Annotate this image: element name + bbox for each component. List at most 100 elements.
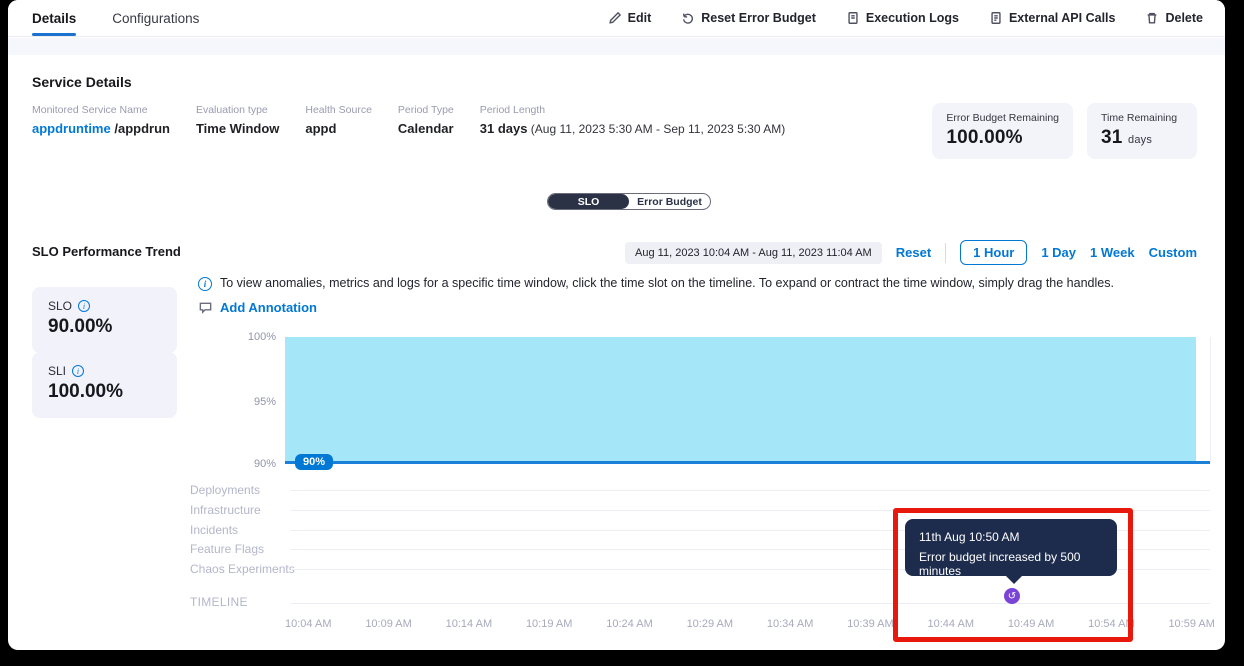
time-remaining-card: Time Remaining 31 days	[1087, 103, 1197, 159]
edit-button-label: Edit	[628, 11, 652, 25]
timeline-info-banner: i To view anomalies, metrics and logs fo…	[198, 276, 1208, 291]
field-label: Monitored Service Name	[32, 104, 170, 116]
toggle-error-budget[interactable]: Error Budget	[629, 194, 710, 209]
tab-details[interactable]: Details	[32, 0, 76, 36]
x-tick: 10:44 AM	[928, 618, 974, 630]
timeline-info-text: To view anomalies, metrics and logs for …	[220, 276, 1114, 290]
trend-controls: Aug 11, 2023 10:04 AM - Aug 11, 2023 11:…	[625, 240, 1197, 265]
range-custom-button[interactable]: Custom	[1149, 245, 1197, 260]
annotation-tooltip: 11th Aug 10:50 AM Error budget increased…	[905, 519, 1117, 576]
x-tick: 10:54 AM	[1088, 618, 1134, 630]
field-monitored-service-name: Monitored Service Name appdruntime /appd…	[32, 104, 170, 136]
x-tick: 10:59 AM	[1168, 618, 1214, 630]
timeline-line[interactable]	[291, 603, 1210, 604]
field-label: Health Source	[305, 104, 372, 116]
stat-card-value: 100.00%	[946, 127, 1059, 149]
reset-button[interactable]: Reset	[896, 245, 931, 260]
service-details-title: Service Details	[32, 74, 132, 90]
stat-card-unit: days	[1128, 134, 1152, 146]
field-value: Time Window	[196, 121, 279, 136]
track-label-incidents: Incidents	[190, 523, 238, 537]
slo-error-budget-toggle: SLO Error Budget	[547, 193, 711, 210]
x-tick: 10:34 AM	[767, 618, 813, 630]
x-tick: 10:19 AM	[526, 618, 572, 630]
external-api-calls-button[interactable]: External API Calls	[989, 11, 1116, 25]
field-period-length: Period Length 31 days (Aug 11, 2023 5:30…	[480, 104, 785, 136]
field-health-source: Health Source appd	[305, 104, 372, 136]
track-label-deployments: Deployments	[190, 483, 260, 497]
range-1-day-button[interactable]: 1 Day	[1041, 245, 1076, 260]
sli-label: SLI	[48, 364, 66, 378]
date-range-chip: Aug 11, 2023 10:04 AM - Aug 11, 2023 11:…	[625, 242, 882, 264]
x-tick: 10:29 AM	[687, 618, 733, 630]
track-line	[291, 490, 1210, 491]
header-spacer-band	[8, 38, 1225, 55]
x-tick: 10:39 AM	[847, 618, 893, 630]
field-period-type: Period Type Calendar	[398, 104, 454, 136]
field-value: /appdrun	[111, 121, 170, 136]
sli-value: 100.00%	[48, 381, 161, 403]
trash-icon	[1145, 11, 1159, 25]
delete-button[interactable]: Delete	[1145, 11, 1203, 25]
tooltip-message: Error budget increased by 500 minutes	[919, 550, 1103, 578]
timeline-label: TIMELINE	[190, 595, 248, 609]
annotation-bubble-icon	[198, 300, 213, 315]
field-value-detail: (Aug 11, 2023 5:30 AM - Sep 11, 2023 5:3…	[527, 122, 785, 136]
pencil-icon	[608, 11, 622, 25]
app-window: Details Configurations Edit Reset Error …	[8, 0, 1225, 650]
field-value: 31 days	[480, 121, 528, 136]
x-axis-labels: 10:04 AM 10:09 AM 10:14 AM 10:19 AM 10:2…	[285, 618, 1215, 630]
stat-cards: Error Budget Remaining 100.00% Time Rema…	[932, 103, 1197, 159]
divider	[945, 243, 946, 263]
sli-area-series[interactable]	[285, 337, 1196, 463]
service-details-fields: Monitored Service Name appdruntime /appd…	[32, 104, 785, 136]
slo-performance-trend-title: SLO Performance Trend	[32, 244, 181, 259]
stat-card-value: 31	[1101, 127, 1123, 148]
field-label: Period Length	[480, 104, 785, 116]
reset-error-budget-button[interactable]: Reset Error Budget	[681, 11, 816, 25]
slo-card: SLOi 90.00%	[32, 287, 177, 353]
slo-objective-line	[285, 461, 1210, 464]
toggle-slo[interactable]: SLO	[548, 194, 629, 209]
header-tab-bar: Details Configurations Edit Reset Error …	[8, 0, 1225, 37]
plot-right-border	[1210, 337, 1211, 463]
external-api-calls-label: External API Calls	[1009, 11, 1116, 25]
track-label-feature-flags: Feature Flags	[190, 542, 264, 556]
x-tick: 10:04 AM	[285, 618, 331, 630]
y-tick-90: 90%	[236, 458, 276, 470]
field-label: Evaluation type	[196, 104, 279, 116]
add-annotation-button[interactable]: Add Annotation	[198, 300, 317, 315]
document-lines-icon	[989, 11, 1003, 25]
execution-logs-label: Execution Logs	[866, 11, 959, 25]
error-budget-reset-marker[interactable]: ↺	[1004, 588, 1020, 604]
sli-card: SLI i 100.00%	[32, 352, 177, 418]
field-value: appd	[305, 121, 372, 136]
x-tick: 10:24 AM	[606, 618, 652, 630]
info-icon[interactable]: i	[78, 300, 90, 312]
info-icon: i	[198, 277, 212, 291]
x-tick: 10:14 AM	[446, 618, 492, 630]
reset-icon	[681, 11, 695, 25]
track-label-infrastructure: Infrastructure	[190, 503, 261, 517]
range-1-week-button[interactable]: 1 Week	[1090, 245, 1135, 260]
x-tick: 10:49 AM	[1008, 618, 1054, 630]
stat-card-label: Error Budget Remaining	[946, 112, 1059, 124]
tab-configurations[interactable]: Configurations	[112, 0, 199, 36]
edit-button[interactable]: Edit	[608, 11, 652, 25]
range-1-hour-button[interactable]: 1 Hour	[960, 240, 1027, 265]
track-line	[291, 510, 1210, 511]
field-label: Period Type	[398, 104, 454, 116]
header-toolbar: Edit Reset Error Budget Execution Logs E…	[608, 11, 1225, 25]
document-icon	[846, 11, 860, 25]
tooltip-timestamp: 11th Aug 10:50 AM	[919, 530, 1103, 544]
execution-logs-button[interactable]: Execution Logs	[846, 11, 959, 25]
field-evaluation-type: Evaluation type Time Window	[196, 104, 279, 136]
slo-value: 90.00%	[48, 316, 161, 338]
info-icon[interactable]: i	[72, 365, 84, 377]
y-tick-95: 95%	[236, 396, 276, 408]
y-tick-100: 100%	[236, 331, 276, 343]
error-budget-remaining-card: Error Budget Remaining 100.00%	[932, 103, 1073, 159]
monitored-service-link[interactable]: appdruntime	[32, 121, 111, 136]
add-annotation-label: Add Annotation	[220, 300, 317, 315]
reset-error-budget-label: Reset Error Budget	[701, 11, 816, 25]
